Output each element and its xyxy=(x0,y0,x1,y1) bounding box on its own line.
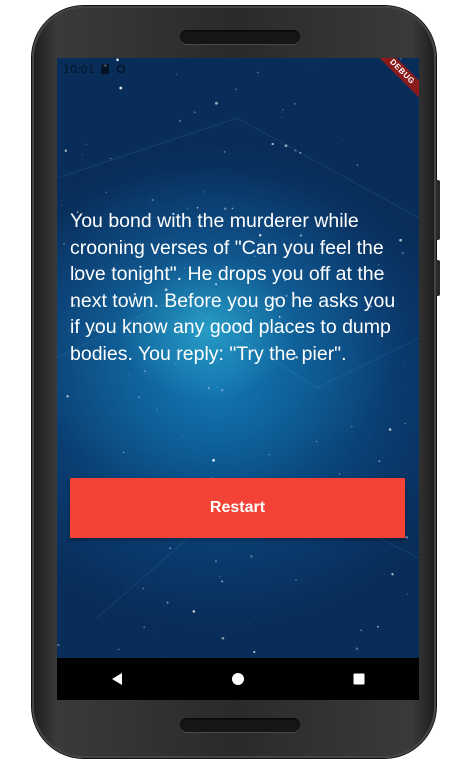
sync-icon xyxy=(116,64,125,74)
star xyxy=(202,191,205,193)
star xyxy=(57,644,60,647)
star xyxy=(280,117,282,119)
story-text: You bond with the murderer while croonin… xyxy=(70,210,396,365)
nav-home-button[interactable] xyxy=(218,659,258,699)
star xyxy=(405,535,409,539)
star xyxy=(123,451,125,454)
home-icon xyxy=(231,673,244,685)
star xyxy=(217,387,218,389)
star xyxy=(235,88,237,90)
star xyxy=(391,573,394,576)
app-screen: 10:01 DEBUG You bond with the murderer w… xyxy=(57,58,419,658)
star xyxy=(378,460,381,462)
star xyxy=(404,422,406,425)
star xyxy=(57,349,58,352)
status-bar: 10:01 xyxy=(57,58,419,80)
star xyxy=(143,626,145,628)
star xyxy=(295,579,297,581)
star xyxy=(282,109,284,111)
star xyxy=(350,425,353,428)
recents-icon xyxy=(353,673,365,685)
restart-button[interactable]: Restart xyxy=(70,478,405,538)
star xyxy=(377,626,379,628)
star xyxy=(62,242,66,245)
star xyxy=(181,435,183,437)
bottom-speaker xyxy=(180,718,300,732)
star xyxy=(388,428,392,431)
star xyxy=(271,142,274,146)
android-nav-bar xyxy=(57,658,419,700)
star xyxy=(166,601,169,604)
star xyxy=(257,397,259,399)
star xyxy=(315,440,318,443)
star xyxy=(221,580,224,583)
star xyxy=(64,149,67,152)
star xyxy=(84,586,86,587)
star xyxy=(193,111,196,114)
star xyxy=(151,198,154,202)
star xyxy=(250,555,253,558)
star xyxy=(380,398,382,400)
star xyxy=(86,143,88,145)
star xyxy=(117,648,120,651)
star xyxy=(117,80,119,81)
star xyxy=(406,593,409,595)
star xyxy=(220,388,224,392)
star xyxy=(214,101,218,105)
power-button[interactable] xyxy=(436,260,440,296)
star xyxy=(61,204,63,206)
star xyxy=(212,458,216,462)
back-icon xyxy=(112,673,123,685)
nav-back-button[interactable] xyxy=(97,659,137,699)
star xyxy=(215,560,217,562)
star xyxy=(142,587,145,590)
volume-button[interactable] xyxy=(436,180,440,240)
star xyxy=(169,547,171,550)
star xyxy=(268,453,271,456)
star xyxy=(138,396,141,399)
star xyxy=(153,631,154,633)
star xyxy=(247,623,249,625)
star xyxy=(82,154,83,156)
status-time: 10:01 xyxy=(63,62,95,76)
nav-recents-button[interactable] xyxy=(339,659,379,699)
star xyxy=(156,408,158,410)
star xyxy=(207,387,210,390)
star xyxy=(143,370,146,373)
star xyxy=(338,473,340,475)
star xyxy=(223,151,226,153)
top-speaker xyxy=(180,30,300,44)
star xyxy=(178,119,182,123)
star xyxy=(119,86,123,90)
star xyxy=(356,164,359,166)
star xyxy=(234,394,235,395)
star xyxy=(192,610,195,613)
star xyxy=(221,636,225,640)
star xyxy=(342,139,344,141)
star xyxy=(360,629,362,632)
star xyxy=(110,157,112,160)
star xyxy=(128,373,131,376)
star xyxy=(253,650,256,654)
star xyxy=(355,647,359,650)
star xyxy=(219,575,221,578)
star xyxy=(105,191,108,194)
sd-card-icon xyxy=(100,64,109,74)
star xyxy=(66,395,69,398)
star xyxy=(294,103,296,105)
